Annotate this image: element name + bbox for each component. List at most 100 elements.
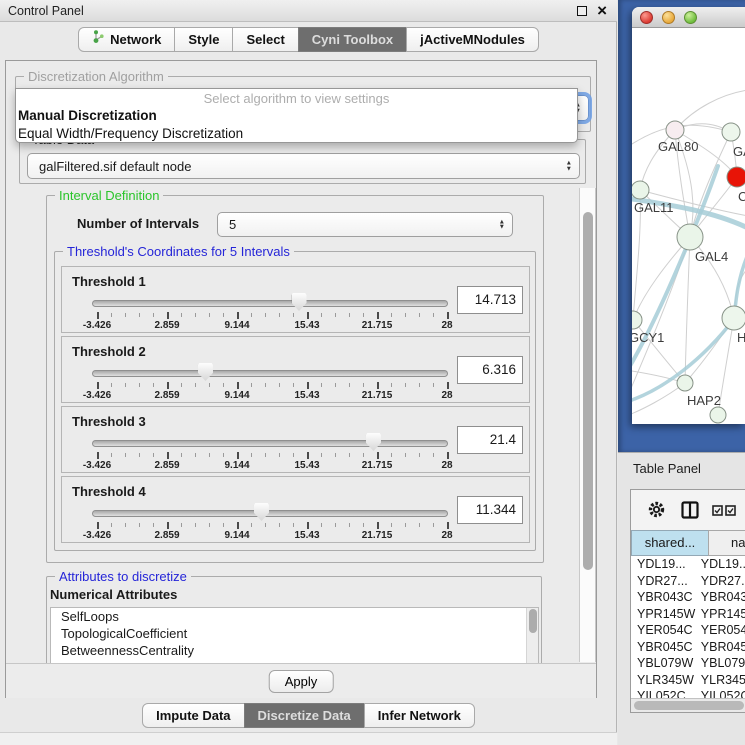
algorithm-option-manual-discretization[interactable]: Manual Discretization <box>16 107 577 125</box>
tab-impute-data[interactable]: Impute Data <box>142 703 244 728</box>
list-scrollbar[interactable] <box>526 608 538 663</box>
slider-track[interactable] <box>92 440 448 447</box>
tick-mark <box>349 523 350 527</box>
attribute-item-betweennesscentrality[interactable]: BetweennessCentrality <box>51 642 538 659</box>
tick-mark <box>321 453 322 457</box>
zoom-traffic-light-icon[interactable] <box>684 11 697 24</box>
threshold-value-field[interactable]: 11.344 <box>457 496 523 524</box>
slider-thumb[interactable] <box>366 433 381 451</box>
slider-thumb[interactable] <box>198 363 213 381</box>
tick-mark <box>433 313 434 317</box>
slider-thumb[interactable] <box>254 503 269 521</box>
network-node-hap2[interactable] <box>677 375 693 391</box>
network-node-label: HAP2 <box>687 393 721 408</box>
group-title: Threshold's Coordinates for 5 Intervals <box>63 244 294 259</box>
cell-name: YDR27... <box>696 573 745 590</box>
network-icon <box>92 28 105 51</box>
table-row[interactable]: YDR27...YDR27... <box>631 573 745 590</box>
network-edge[interactable] <box>685 237 690 383</box>
tick-label: -3.426 <box>83 390 111 401</box>
tick-label: 21.715 <box>362 390 393 401</box>
tick-mark <box>237 522 239 529</box>
table-row[interactable]: YBR045CYBR045C <box>631 639 745 656</box>
tick-label: 2.859 <box>154 320 179 331</box>
slider-track[interactable] <box>92 510 448 517</box>
settings-scroll-area: Interval Definition Number of Intervals … <box>13 187 574 663</box>
close-traffic-light-icon[interactable] <box>640 11 653 24</box>
table-data-dropdown[interactable]: galFiltered.sif default node ▲▼ <box>27 153 580 179</box>
slider-track[interactable] <box>92 370 448 377</box>
network-node-gcy1[interactable] <box>632 311 642 329</box>
gear-icon[interactable] <box>648 501 665 518</box>
network-node-h[interactable] <box>722 306 745 330</box>
column-header-name[interactable]: name <box>708 530 745 556</box>
tab-network[interactable]: Network <box>78 27 175 52</box>
tick-mark <box>377 452 379 459</box>
tick-mark <box>237 382 239 389</box>
algorithm-dropdown-popup: Select algorithm to view settings Manual… <box>15 88 578 143</box>
slider-thumb[interactable] <box>292 293 307 311</box>
tick-label: 28 <box>441 460 452 471</box>
tab-discretize-data[interactable]: Discretize Data <box>244 703 365 728</box>
threshold-value-field[interactable]: 21.4 <box>457 426 523 454</box>
tick-mark <box>125 313 126 317</box>
tick-mark <box>349 383 350 387</box>
cell-shared-name: YPR145W <box>631 606 696 623</box>
network-node-gal4[interactable] <box>677 224 703 250</box>
tick-mark <box>363 523 364 527</box>
split-columns-icon[interactable] <box>681 501 699 519</box>
network-canvas[interactable]: GAL80GACGAL11GAL4GCY1HHAP2 <box>632 28 745 424</box>
slider: -3.4262.8599.14415.4321.71528 <box>86 431 454 471</box>
tab-jactivemnodules[interactable]: jActiveMNodules <box>406 27 539 52</box>
scrollbar-thumb[interactable] <box>529 609 537 633</box>
slider-track[interactable] <box>92 300 448 307</box>
tick-mark <box>447 312 449 319</box>
threshold-value-field[interactable]: 6.316 <box>457 356 523 384</box>
network-node-gal80[interactable] <box>666 121 684 139</box>
tick-mark <box>307 382 309 389</box>
network-node[interactable] <box>710 407 726 423</box>
control-panel-title: Control Panel <box>8 0 84 22</box>
table-row[interactable]: YER054CYER054C <box>631 622 745 639</box>
tab-select[interactable]: Select <box>232 27 298 52</box>
table-row[interactable]: YDL19...YDL19... <box>631 556 745 573</box>
table-row[interactable]: YBL079WYBL079W <box>631 655 745 672</box>
table-row[interactable]: YBR043CYBR043C <box>631 589 745 606</box>
tick-mark <box>377 382 379 389</box>
algorithm-option-equal-width-frequency-discretization[interactable]: Equal Width/Frequency Discretization <box>16 125 577 143</box>
tick-mark <box>335 453 336 457</box>
scrollbar-thumb[interactable] <box>583 212 593 570</box>
number-of-intervals-spinner[interactable]: 5 ▲▼ <box>217 212 513 237</box>
tick-mark <box>293 313 294 317</box>
attribute-item-selfloops[interactable]: SelfLoops <box>51 608 538 625</box>
apply-button[interactable]: Apply <box>269 670 334 693</box>
cell-name: YER054C <box>696 622 745 639</box>
column-header-shared[interactable]: shared... <box>631 530 709 556</box>
table-row[interactable]: YIL052CYIL052C <box>631 688 745 698</box>
numerical-attributes-list: SelfLoopsTopologicalCoefficientBetweenne… <box>50 607 539 663</box>
table-data-selected: galFiltered.sif default node <box>39 154 191 178</box>
scrollbar-thumb[interactable] <box>634 701 744 710</box>
threshold-label: Threshold 2 <box>72 344 146 359</box>
tab-style[interactable]: Style <box>174 27 233 52</box>
attribute-item-topologicalcoefficient[interactable]: TopologicalCoefficient <box>51 625 538 642</box>
tab-cyni-toolbox[interactable]: Cyni Toolbox <box>298 27 407 52</box>
tick-mark <box>195 383 196 387</box>
network-node-ga[interactable] <box>722 123 740 141</box>
tick-label: -3.426 <box>83 530 111 541</box>
network-node-gal11[interactable] <box>632 181 649 199</box>
table-row[interactable]: YLR345WYLR345W <box>631 672 745 689</box>
minimize-traffic-light-icon[interactable] <box>662 11 675 24</box>
float-window-icon[interactable] <box>577 6 587 16</box>
threshold-value-field[interactable]: 14.713 <box>457 286 523 314</box>
panel-scrollbar[interactable] <box>579 188 596 662</box>
network-node-c[interactable] <box>727 167 745 187</box>
checkbox-icon[interactable] <box>712 505 723 516</box>
table-row[interactable]: YPR145WYPR145W <box>631 606 745 623</box>
table-horizontal-scrollbar[interactable] <box>631 698 745 712</box>
tick-mark <box>321 313 322 317</box>
close-icon[interactable]: × <box>597 1 607 21</box>
tick-mark <box>265 453 266 457</box>
tab-infer-network[interactable]: Infer Network <box>364 703 475 728</box>
checkbox-icon[interactable] <box>725 505 736 516</box>
